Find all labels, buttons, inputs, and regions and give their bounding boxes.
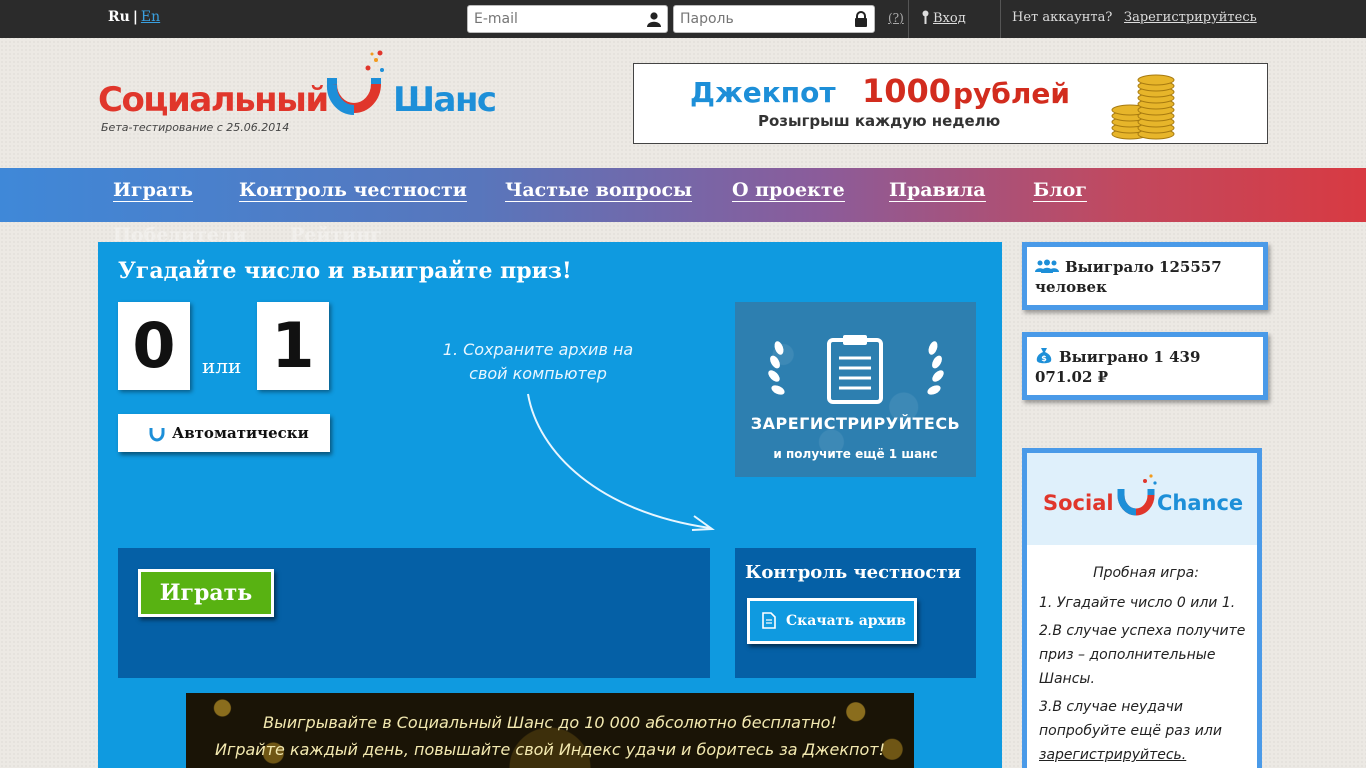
key-icon xyxy=(922,10,929,24)
top-bar: Ru|En (?) Вход Нет аккаунта? Зарегистрир… xyxy=(0,0,1366,38)
laurel-right-icon xyxy=(927,341,944,395)
no-account-text: Нет аккаунта? xyxy=(1012,10,1113,25)
won-amount-card: $ Выиграно 1 439 071.02 ₽ xyxy=(1022,332,1268,400)
register-promo[interactable]: ЗАРЕГИСТРИРУЙТЕСЬ и получите ещё 1 шанс xyxy=(735,302,976,477)
auto-button-label: Автоматически xyxy=(172,424,309,442)
register-promo-subtitle: и получите ещё 1 шанс xyxy=(773,447,938,461)
trial-game-steps: Пробная игра: 1. Угадайте число 0 или 1.… xyxy=(1027,545,1257,767)
svg-text:$: $ xyxy=(1041,354,1047,363)
laurel-left-icon xyxy=(768,341,785,395)
download-archive-label: Скачать архив xyxy=(786,613,907,629)
trial-heading: Пробная игра: xyxy=(1093,565,1199,581)
nav-item-about[interactable]: О проекте xyxy=(732,179,845,202)
trial-game-promo[interactable]: Social Chance Пробная игра: 1. Угадайте … xyxy=(1022,448,1262,768)
jackpot-amount: 1000 xyxy=(862,72,952,110)
password-field[interactable] xyxy=(674,6,844,32)
users-icon xyxy=(1035,259,1059,273)
clipboard-icon xyxy=(827,335,883,404)
download-archive-button[interactable]: Скачать архив xyxy=(747,598,917,644)
login-link[interactable]: Вход xyxy=(922,10,966,26)
promo-banner-line-2: Играйте каждый день, повышайте свой Инде… xyxy=(214,740,886,759)
lock-icon xyxy=(855,11,867,27)
nav-item-play[interactable]: Играть xyxy=(113,179,193,202)
horseshoe-logo-icon xyxy=(326,50,384,116)
login-label: Вход xyxy=(933,11,966,26)
fairness-panel: Контроль честности Скачать архив xyxy=(735,548,976,678)
nav-item-fairness[interactable]: Контроль честности xyxy=(239,179,467,202)
trial-step-3: 3.В случае неудачи попробуйте ещё раз ил… xyxy=(1039,695,1253,767)
divider xyxy=(1000,0,1001,38)
horseshoe-icon xyxy=(149,428,165,442)
promo-banner-line-1: Выигрывайте в Социальный Шанс до 10 000 … xyxy=(263,713,837,732)
user-icon xyxy=(647,12,661,27)
logo-word-1: Социальный xyxy=(98,80,329,120)
hint-arrow-icon xyxy=(527,393,715,531)
jackpot-currency: рублей xyxy=(953,77,1070,110)
winners-count-text: Выиграло 125557 человек xyxy=(1035,258,1222,296)
trial-step-2: 2.В случае успеха получите приз – дополн… xyxy=(1039,623,1246,687)
jackpot-subtitle: Розыгрыш каждую неделю xyxy=(758,112,1001,130)
play-panel: Играть xyxy=(118,548,710,678)
brand-word-2: Chance xyxy=(1157,491,1244,515)
trial-step-1: 1. Угадайте число 0 или 1. xyxy=(1039,595,1236,611)
money-bag-icon: $ xyxy=(1036,348,1052,364)
register-link[interactable]: Зарегистрируйтесь xyxy=(1124,10,1257,25)
language-switcher: Ru | En xyxy=(108,9,160,25)
email-field[interactable] xyxy=(468,6,638,32)
jackpot-banner[interactable]: Джекпот 1000 рублей Розыгрыш каждую неде… xyxy=(633,63,1268,144)
lang-en[interactable]: En xyxy=(141,9,160,25)
logo-word-2: Шанс xyxy=(393,80,497,120)
jackpot-label: Джекпот xyxy=(690,76,836,109)
social-chance-logo: Social Chance xyxy=(1027,453,1257,545)
brand-word-1: Social xyxy=(1043,491,1114,515)
auto-button[interactable]: Автоматически xyxy=(118,414,330,452)
nav-item-blog[interactable]: Блог xyxy=(1033,179,1087,202)
divider xyxy=(908,0,909,38)
nav-item-faq[interactable]: Частые вопросы xyxy=(505,179,693,202)
trial-step-3-text: 3.В случае неудачи попробуйте ещё раз ил… xyxy=(1039,699,1222,739)
winners-count-card: Выиграло 125557 человек xyxy=(1022,242,1268,310)
lang-ru[interactable]: Ru xyxy=(108,9,130,25)
beta-caption: Бета-тестирование с 25.06.2014 xyxy=(101,121,290,134)
coins-icon xyxy=(1111,74,1175,140)
choice-or-label: или xyxy=(202,354,242,378)
lang-separator: | xyxy=(132,9,138,25)
choice-zero-button[interactable]: 0 xyxy=(118,302,190,390)
game-title: Угадайте число и выиграйте приз! xyxy=(118,258,572,284)
nav-item-rules[interactable]: Правила xyxy=(889,179,986,202)
help-link[interactable]: (?) xyxy=(888,11,904,25)
email-field-wrapper xyxy=(467,5,668,33)
register-promo-title: ЗАРЕГИСТРИРУЙТЕСЬ xyxy=(750,414,961,433)
trial-game-content: Social Chance Пробная игра: 1. Угадайте … xyxy=(1027,453,1257,768)
main-nav: Играть Контроль честности Частые вопросы… xyxy=(0,168,1366,222)
horseshoe-icon xyxy=(1117,474,1157,516)
game-panel: Угадайте число и выиграйте приз! 0 или 1… xyxy=(98,242,1002,768)
document-icon xyxy=(762,612,776,629)
trial-register-link[interactable]: зарегистрируйтесь. xyxy=(1039,747,1186,763)
save-archive-hint: 1. Сохраните архив на свой компьютер xyxy=(442,340,634,383)
promo-banner[interactable]: Выигрывайте в Социальный Шанс до 10 000 … xyxy=(186,693,914,768)
fairness-title: Контроль честности xyxy=(745,562,961,583)
won-amount-text: Выиграно 1 439 071.02 ₽ xyxy=(1035,348,1201,386)
password-field-wrapper xyxy=(673,5,875,33)
play-button[interactable]: Играть xyxy=(138,569,274,617)
site-logo[interactable]: Социальный Шанс Бета-тестирование с 25.0… xyxy=(98,48,497,138)
choice-one-button[interactable]: 1 xyxy=(257,302,329,390)
